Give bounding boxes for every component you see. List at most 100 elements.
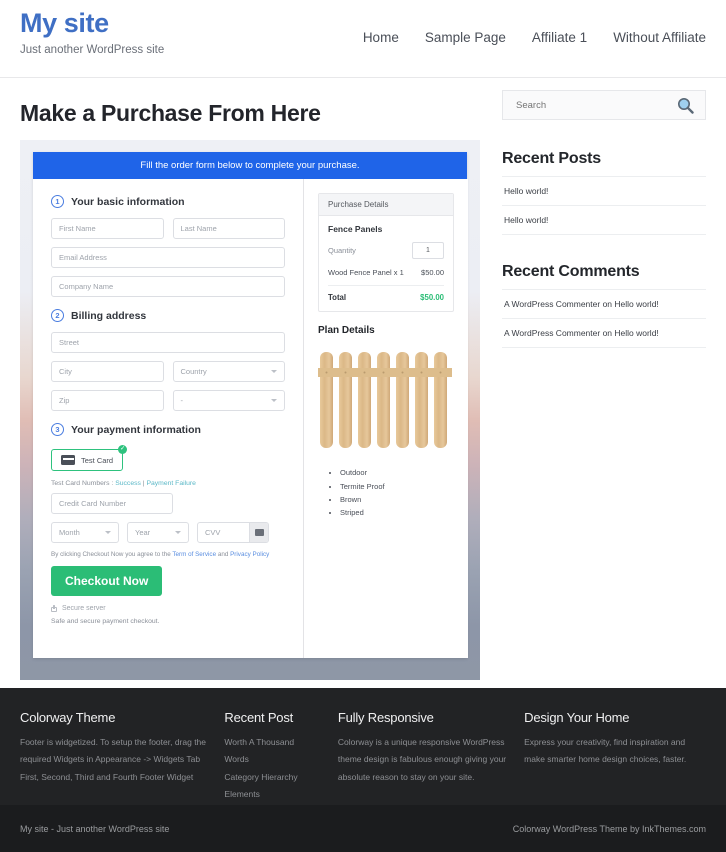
total-price: $50.00 [420,293,444,303]
recent-comments-title: Recent Comments [502,263,640,280]
footer-recent-post-list: Worth A Thousand Words Category Hierarch… [224,734,319,804]
site-tagline: Just another WordPress site [20,43,165,56]
terms-prefix: By clicking Checkout Now you agree to th… [51,551,173,559]
quantity-row: Quantity 1 [328,242,444,260]
nav-item-without-affiliate[interactable]: Without Affiliate [613,30,706,45]
check-icon: ✓ [118,445,128,455]
purchase-summary-pane: Purchase Details Fence Panels Quantity 1… [304,179,468,658]
footer-widget-text: Colorway is a unique responsive WordPres… [337,737,507,782]
list-item[interactable]: Worth A Thousand Words [224,734,319,769]
list-item[interactable]: Category Hierarchy [224,769,319,786]
step-2-heading: 2 Billing address [51,309,285,323]
purchase-details-body: Fence Panels Quantity 1 Wood Fence Panel… [319,216,453,311]
last-name-input[interactable]: Last Name [172,218,285,240]
total-label: Total [328,293,347,303]
footer-widget-title: Colorway Theme [20,710,116,725]
cvv-input[interactable]: CVV [198,528,249,537]
purchase-details-heading: Purchase Details [319,194,453,217]
expiry-cvv-row: Month Year CVV [51,522,285,544]
city-input[interactable]: City [51,361,164,383]
list-item[interactable]: Elements [224,786,319,803]
list-item[interactable]: A WordPress Commenter on Hello world! [502,289,706,318]
total-row: Total $50.00 [328,293,444,302]
test-card-option[interactable]: Test Card ✓ [51,445,128,472]
nav-item-affiliate-1[interactable]: Affiliate 1 [532,30,587,45]
state-select[interactable]: - [172,390,285,412]
recent-posts-title: Recent Posts [502,150,601,167]
zip-input[interactable]: Zip [51,390,164,412]
footer-widget-fully-responsive: Fully Responsive Colorway is a unique re… [338,710,506,785]
test-failure-link[interactable]: Payment Failure [146,480,196,487]
search-widget[interactable] [502,90,706,120]
footer-theme-credit[interactable]: Colorway WordPress Theme by InkThemes.co… [513,824,706,834]
list-item: Termite Proof [340,480,454,493]
company-input[interactable]: Company Name [51,276,285,298]
search-input[interactable] [514,98,667,112]
quantity-input[interactable]: 1 [412,242,444,260]
footer-widget-title: Design Your Home [524,710,630,725]
footer-bottom-bar: My site - Just another WordPress site Co… [0,805,726,852]
sidebar: Recent Posts Hello world! Hello world! R… [502,78,706,680]
recent-comment-link[interactable]: A WordPress Commenter on Hello world! [504,299,659,309]
nav-item-home[interactable]: Home [363,30,399,45]
cvv-field[interactable]: CVV [197,522,269,544]
lock-icon [51,605,57,613]
chevron-down-icon [271,399,277,403]
line-item-label: Wood Fence Panel x 1 [328,268,404,278]
email-input[interactable]: Email Address [51,247,285,269]
purchase-details-box: Purchase Details Fence Panels Quantity 1… [318,193,454,313]
recent-comment-link[interactable]: A WordPress Commenter on Hello world! [504,328,659,338]
test-card-numbers-line: Test Card Numbers : Success | Payment Fa… [51,480,285,487]
checkout-now-button[interactable]: Checkout Now [51,566,163,597]
secure-server-label: Secure server [62,605,106,613]
nav-item-sample-page[interactable]: Sample Page [425,30,506,45]
first-name-input[interactable]: First Name [51,218,164,240]
recent-comments-list: A WordPress Commenter on Hello world! A … [502,289,706,348]
site-title[interactable]: My site [20,8,164,39]
checkout-form-pane: 1 Your basic information First Name Last… [33,179,304,658]
card-back-icon [254,529,264,537]
search-icon[interactable] [677,97,694,114]
test-success-link[interactable]: Success [115,480,141,487]
cvv-help-button[interactable] [249,523,268,543]
list-item: Outdoor [340,466,454,479]
step-1-number: 1 [51,195,64,209]
line-item-row: Wood Fence Panel x 1 $50.00 [328,268,444,287]
street-input[interactable]: Street [51,332,285,354]
recent-post-link[interactable]: Hello world! [504,215,548,225]
chevron-down-icon [105,531,111,535]
credit-card-number-input[interactable]: Credit Card Number [51,493,173,515]
country-select[interactable]: Country [172,361,285,383]
line-item-price: $50.00 [421,268,444,278]
chevron-down-icon [175,531,181,535]
secure-server-line: Secure server [51,605,285,613]
product-image [318,346,454,456]
footer-widget-design-your-home: Design Your Home Express your creativity… [524,710,706,785]
expiry-year-select[interactable]: Year [127,522,189,544]
list-item[interactable]: Hello world! [502,205,706,235]
company-field-row: Company Name [51,276,285,298]
page-title: Make a Purchase From Here [20,100,321,126]
city-country-row: City Country [51,361,285,383]
step-3-label: Your payment information [71,423,201,436]
plan-feature-list: Outdoor Termite Proof Brown Striped [318,466,454,519]
fence-illustration-icon [318,352,452,449]
privacy-policy-link[interactable]: Privacy Policy [230,551,269,558]
list-item[interactable]: Hello world! [502,176,706,205]
quantity-label: Quantity [328,246,356,256]
list-item[interactable]: A WordPress Commenter on Hello world! [502,318,706,348]
recent-post-link[interactable]: Hello world! [504,186,548,196]
test-card-label: Test Card [81,455,114,465]
safe-checkout-note: Safe and secure payment checkout. [51,618,160,626]
chevron-down-icon [271,370,277,374]
list-item: Striped [340,506,454,519]
expiry-month-select[interactable]: Month [51,522,119,544]
terms-of-service-link[interactable]: Term of Service [172,551,216,558]
terms-middle: and [216,551,231,559]
plan-details-heading: Plan Details [318,325,375,337]
step-1-label: Your basic information [71,195,185,208]
step-3-heading: 3 Your payment information [51,423,285,437]
order-form-body: 1 Your basic information First Name Last… [33,179,468,658]
site-header: My site Just another WordPress site Home… [0,0,726,78]
card-number-row: Credit Card Number [51,493,285,515]
